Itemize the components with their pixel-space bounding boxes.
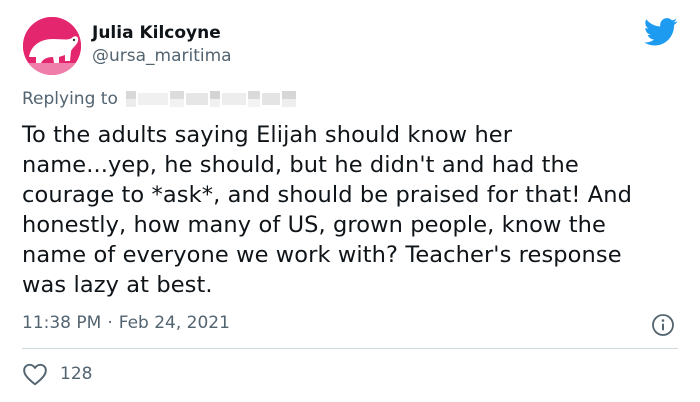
author-name[interactable]: Julia Kilcoyne <box>92 23 221 43</box>
tweet-line: courage to *ask*, and should be praised … <box>22 182 633 208</box>
avatar[interactable] <box>23 17 81 75</box>
tweet-line: was lazy at best. <box>22 272 213 298</box>
tweet-line: name of everyone we work with? Teacher's… <box>22 242 622 268</box>
replying-to: Replying to <box>22 89 300 109</box>
tweet-text: To the adults saying Elijah should know … <box>22 120 682 300</box>
tweet-time[interactable]: 11:38 PM <box>22 313 101 333</box>
heart-icon <box>23 363 47 386</box>
divider <box>22 348 678 349</box>
twitter-bird-icon[interactable] <box>644 18 678 46</box>
like-count: 128 <box>60 364 93 384</box>
replying-to-label: Replying to <box>22 89 118 109</box>
timestamp[interactable]: 11:38 PM · Feb 24, 2021 <box>22 313 230 333</box>
author-handle[interactable]: @ursa_maritima <box>92 46 232 66</box>
tweet-date[interactable]: Feb 24, 2021 <box>119 313 230 333</box>
polar-bear-avatar-image <box>23 17 81 75</box>
tweet-line: To the adults saying Elijah should know … <box>22 122 513 148</box>
redacted-username <box>125 89 300 109</box>
tweet-line: honestly, how many of US, grown people, … <box>22 212 606 238</box>
like-button[interactable]: 128 <box>22 362 92 386</box>
tweet-line: name...yep, he should, but he didn't and… <box>22 152 579 178</box>
timestamp-separator: · <box>107 313 113 333</box>
info-icon[interactable] <box>651 313 675 337</box>
